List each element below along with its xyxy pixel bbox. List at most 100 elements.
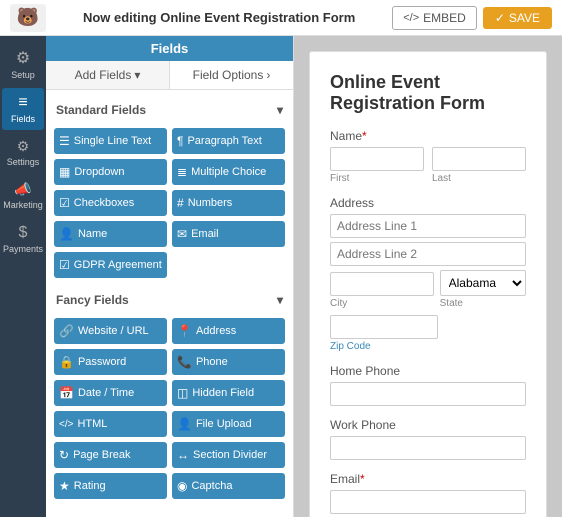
datetime-icon: 📅 (59, 386, 74, 400)
tab-add-fields[interactable]: Add Fields ▾ (46, 61, 170, 89)
save-button[interactable]: ✓ SAVE (483, 7, 552, 29)
standard-fields-grid: ☰ Single Line Text ¶ Paragraph Text ▦ Dr… (54, 128, 285, 278)
field-btn-datetime[interactable]: 📅 Date / Time (54, 380, 167, 406)
sidebar-item-marketing[interactable]: 📣 Marketing (2, 175, 44, 216)
work-phone-label: Work Phone (330, 418, 526, 432)
field-btn-checkboxes[interactable]: ☑ Checkboxes (54, 190, 167, 216)
first-label: First (330, 173, 424, 184)
address-icon: 📍 (177, 324, 192, 338)
field-btn-rating[interactable]: ★ Rating (54, 473, 167, 499)
field-btn-password[interactable]: 🔒 Password (54, 349, 167, 375)
field-btn-name[interactable]: 👤 Name (54, 221, 167, 247)
field-btn-email[interactable]: ✉ Email (172, 221, 285, 247)
field-btn-paragraph-text[interactable]: ¶ Paragraph Text (172, 128, 285, 154)
address-label: Address (330, 196, 526, 210)
form-group-address: Address City Alabama State (330, 196, 526, 352)
field-btn-html[interactable]: </> HTML (54, 411, 167, 437)
home-phone-input[interactable] (330, 382, 526, 406)
top-bar: 🐻 Now editing Online Event Registration … (0, 0, 562, 36)
numbers-icon: # (177, 196, 184, 210)
hidden-icon: ◫ (177, 386, 188, 400)
form-group-email: Email* (330, 472, 526, 514)
first-name-input[interactable] (330, 147, 424, 171)
field-btn-file-upload[interactable]: 👤 File Upload (172, 411, 285, 437)
multiple-choice-icon: ≣ (177, 165, 187, 179)
sidebar-item-setup[interactable]: ⚙ Setup (2, 42, 44, 86)
settings-icon: ⚙ (17, 138, 30, 155)
fields-scroll: Standard Fields ▾ ☰ Single Line Text ¶ P… (46, 90, 293, 517)
name-icon: 👤 (59, 227, 74, 241)
form-group-home-phone: Home Phone (330, 364, 526, 406)
state-label: State (440, 298, 526, 309)
fancy-fields-grid: 🔗 Website / URL 📍 Address 🔒 Password 📞 P… (54, 318, 285, 499)
name-label: Name* (330, 129, 526, 143)
field-btn-hidden-field[interactable]: ◫ Hidden Field (172, 380, 285, 406)
form-preview-title: Online Event Registration Form (330, 72, 526, 114)
state-select[interactable]: Alabama (440, 270, 526, 296)
form-card: Online Event Registration Form Name* Fir… (309, 51, 547, 517)
field-btn-gdpr[interactable]: ☑ GDPR Agreement (54, 252, 167, 278)
tab-field-options[interactable]: Field Options › (170, 61, 293, 89)
form-preview: Online Event Registration Form Name* Fir… (294, 36, 562, 517)
gdpr-icon: ☑ (59, 258, 70, 272)
field-btn-section-divider[interactable]: ↔ Section Divider (172, 442, 285, 468)
rating-icon: ★ (59, 479, 70, 493)
home-phone-label: Home Phone (330, 364, 526, 378)
state-col: Alabama State (440, 270, 526, 309)
setup-icon: ⚙ (16, 48, 30, 68)
text-icon: ☰ (59, 134, 70, 148)
field-btn-single-line-text[interactable]: ☰ Single Line Text (54, 128, 167, 154)
address-line1-input[interactable] (330, 214, 526, 238)
website-icon: 🔗 (59, 324, 74, 338)
email-field-label: Email* (330, 472, 526, 486)
fields-icon: ≡ (18, 94, 27, 112)
first-name-col: First (330, 147, 424, 184)
phone-icon: 📞 (177, 355, 192, 369)
city-input[interactable] (330, 272, 434, 296)
field-btn-multiple-choice[interactable]: ≣ Multiple Choice (172, 159, 285, 185)
field-btn-captcha[interactable]: ◉ Captcha (172, 473, 285, 499)
payments-icon: $ (19, 224, 28, 242)
sidebar-nav: ⚙ Setup ≡ Fields ⚙ Settings 📣 Marketing … (0, 36, 46, 517)
standard-fields-header: Standard Fields ▾ (54, 98, 285, 122)
checkboxes-icon: ☑ (59, 196, 70, 210)
chevron-down-icon: ▾ (134, 68, 140, 82)
page-break-icon: ↻ (59, 448, 69, 462)
field-btn-website[interactable]: 🔗 Website / URL (54, 318, 167, 344)
zip-label: Zip Code (330, 341, 526, 352)
collapse-icon: ▾ (277, 103, 283, 117)
fields-panel: Fields Add Fields ▾ Field Options › Stan… (46, 36, 294, 517)
collapse-icon-fancy: ▾ (277, 293, 283, 307)
field-btn-dropdown[interactable]: ▦ Dropdown (54, 159, 167, 185)
field-btn-address[interactable]: 📍 Address (172, 318, 285, 344)
sidebar-item-payments[interactable]: $ Payments (2, 218, 44, 260)
last-name-col: Last (432, 147, 526, 184)
upload-icon: 👤 (177, 417, 192, 431)
zip-input[interactable] (330, 315, 438, 339)
html-icon: </> (59, 419, 73, 430)
name-row: First Last (330, 147, 526, 184)
sidebar-item-fields[interactable]: ≡ Fields (2, 88, 44, 130)
field-btn-phone[interactable]: 📞 Phone (172, 349, 285, 375)
email-icon: ✉ (177, 227, 187, 241)
fields-tabs: Add Fields ▾ Field Options › (46, 61, 293, 90)
dropdown-icon: ▦ (59, 165, 70, 179)
logo: 🐻 (10, 4, 46, 32)
email-input[interactable] (330, 490, 526, 514)
city-state-row: City Alabama State (330, 270, 526, 309)
field-btn-numbers[interactable]: # Numbers (172, 190, 285, 216)
section-divider-icon: ↔ (177, 448, 189, 462)
work-phone-input[interactable] (330, 436, 526, 460)
zip-group: Zip Code (330, 315, 526, 352)
last-name-input[interactable] (432, 147, 526, 171)
form-group-name: Name* First Last (330, 129, 526, 184)
field-btn-page-break[interactable]: ↻ Page Break (54, 442, 167, 468)
sidebar-item-settings[interactable]: ⚙ Settings (2, 132, 44, 173)
password-icon: 🔒 (59, 355, 74, 369)
city-label: City (330, 298, 434, 309)
address-line2-input[interactable] (330, 242, 526, 266)
embed-button[interactable]: </> EMBED (392, 6, 477, 30)
fields-panel-header: Fields (46, 36, 293, 61)
chevron-right-icon: › (266, 68, 270, 82)
form-group-work-phone: Work Phone (330, 418, 526, 460)
